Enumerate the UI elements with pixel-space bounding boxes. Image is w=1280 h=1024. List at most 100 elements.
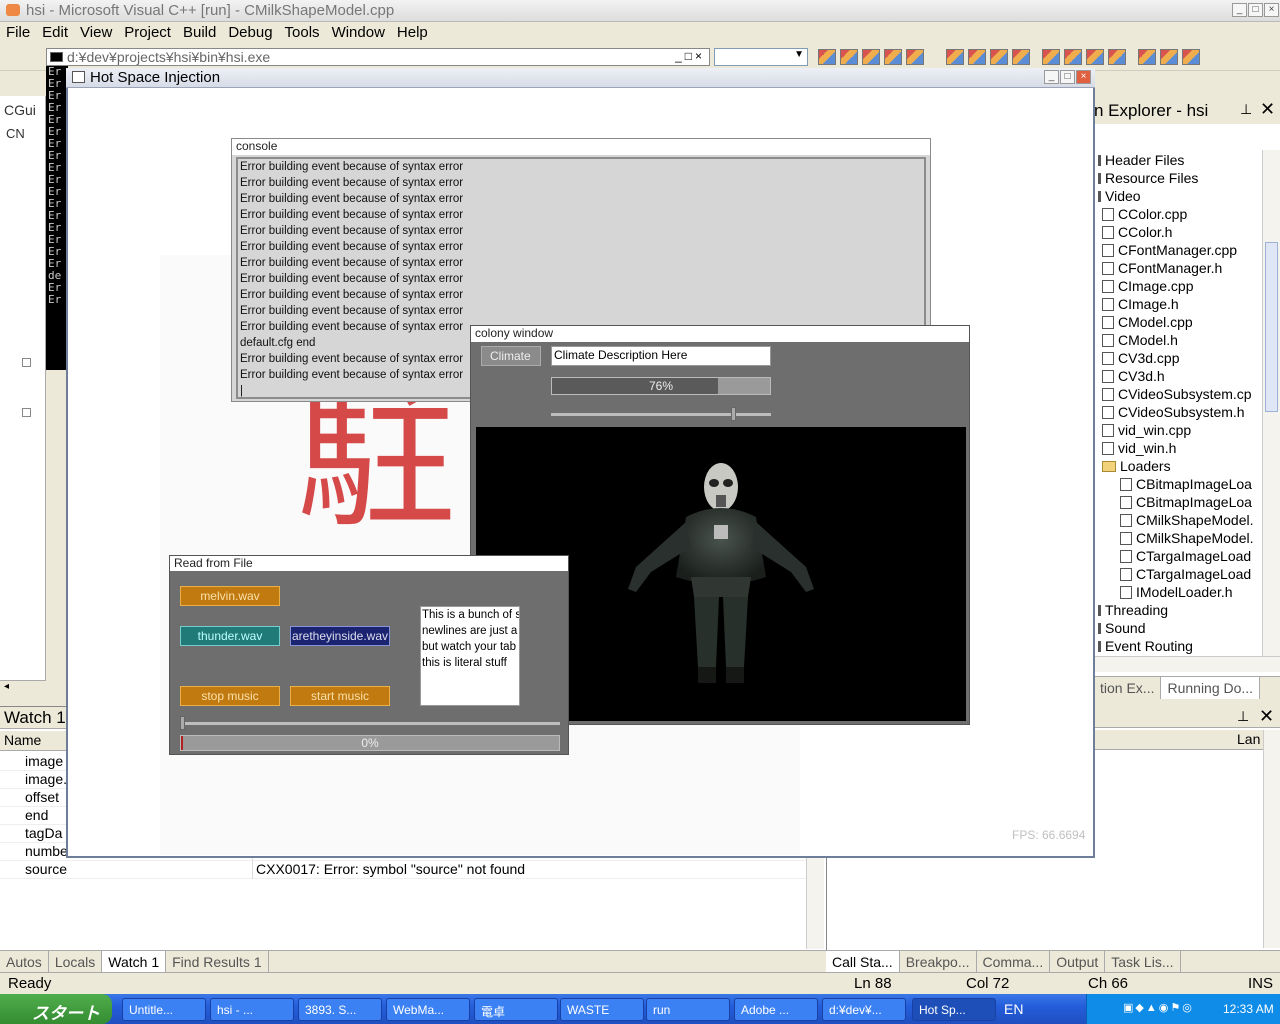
tree-item-folder[interactable]: Video: [1098, 188, 1141, 204]
music-position-slider[interactable]: [180, 716, 560, 730]
close-button[interactable]: ×: [1264, 3, 1279, 17]
build-icon[interactable]: [818, 49, 836, 65]
tree-expander[interactable]: [22, 408, 31, 417]
tree-item-file[interactable]: CImage.cpp: [1102, 278, 1193, 294]
tree-item-file[interactable]: CMilkShapeModel.: [1120, 512, 1254, 528]
tree-item-folder[interactable]: Header Files: [1098, 152, 1184, 168]
tree-item-file[interactable]: CModel.h: [1102, 332, 1178, 348]
tree-item-file[interactable]: CColor.h: [1102, 224, 1172, 240]
start-button[interactable]: スタート: [0, 994, 112, 1024]
col-language[interactable]: Lan: [1237, 731, 1260, 747]
start-music-button[interactable]: start music: [290, 686, 390, 706]
comment-icon[interactable]: [1085, 49, 1104, 65]
solution-scrollbar[interactable]: [1262, 150, 1280, 656]
tree-item-folder[interactable]: Sound: [1098, 620, 1145, 636]
language-indicator[interactable]: EN: [1004, 1001, 1023, 1017]
tree-item-file[interactable]: vid_win.cpp: [1102, 422, 1191, 438]
tree-item-file[interactable]: CBitmapImageLoa: [1120, 494, 1252, 510]
next-bookmark-icon[interactable]: [1159, 49, 1178, 65]
menu-view[interactable]: View: [74, 22, 118, 43]
tab-solution-explorer[interactable]: tion Ex...: [1094, 677, 1162, 699]
music-position-thumb[interactable]: [180, 716, 185, 730]
colony-slider[interactable]: [551, 407, 771, 421]
menu-tools[interactable]: Tools: [279, 22, 326, 43]
tree-item-file[interactable]: CFontManager.cpp: [1102, 242, 1237, 258]
climate-tab[interactable]: Climate: [481, 346, 541, 366]
callstack-scrollbar[interactable]: [1263, 730, 1280, 948]
taskbar-task[interactable]: Adobe ...: [734, 998, 818, 1021]
uncomment-icon[interactable]: [1107, 49, 1126, 65]
tree-item-file[interactable]: CV3d.h: [1102, 368, 1165, 384]
config-dropdown[interactable]: ▼: [714, 48, 808, 66]
tree-item-file[interactable]: CMilkShapeModel.: [1120, 530, 1254, 546]
window-icon[interactable]: [945, 49, 964, 65]
outdent-icon[interactable]: [1063, 49, 1082, 65]
pin-icon[interactable]: ⊥: [1240, 101, 1252, 118]
tree-item-file[interactable]: CColor.cpp: [1102, 206, 1187, 222]
tree-item-file[interactable]: CV3d.cpp: [1102, 350, 1179, 366]
tree-item-file[interactable]: CFontManager.h: [1102, 260, 1222, 276]
taskbar-task[interactable]: 電卓: [474, 998, 558, 1021]
tree-item-folder[interactable]: Resource Files: [1098, 170, 1198, 186]
tree-item-folder[interactable]: Loaders: [1102, 458, 1171, 474]
tree-item-file[interactable]: CBitmapImageLoa: [1120, 476, 1252, 492]
tree-expander[interactable]: [22, 358, 31, 367]
aretheyinside-wav-button[interactable]: aretheyinside.wav: [290, 626, 390, 646]
colony-slider-thumb[interactable]: [731, 407, 737, 421]
tree-item-file[interactable]: CModel.cpp: [1102, 314, 1193, 330]
app-close-button[interactable]: ×: [1076, 70, 1091, 84]
menu-edit[interactable]: Edit: [36, 22, 74, 43]
tray-icons[interactable]: ▣◆▲◉⚑◎: [1123, 1001, 1194, 1014]
solution-hscroll[interactable]: [1094, 656, 1280, 672]
layout-icon[interactable]: [989, 49, 1008, 65]
taskbar-task[interactable]: WebMa...: [386, 998, 470, 1021]
menu-build[interactable]: Build: [177, 22, 222, 43]
tab-autos[interactable]: Autos: [0, 951, 49, 973]
melvin-wav-button[interactable]: melvin.wav: [180, 586, 280, 606]
tab-running-documents[interactable]: Running Do...: [1161, 677, 1261, 699]
tree-item-file[interactable]: IModelLoader.h: [1120, 584, 1233, 600]
taskbar-task[interactable]: WASTE: [560, 998, 644, 1021]
tree-item-file[interactable]: CTargaImageLoad: [1120, 566, 1251, 582]
menu-file[interactable]: File: [0, 22, 36, 43]
class-view-tab[interactable]: CGui: [4, 102, 36, 118]
tab-locals[interactable]: Locals: [49, 951, 103, 973]
tile-icon[interactable]: [967, 49, 986, 65]
tab-breakpoints[interactable]: Breakpo...: [900, 951, 977, 973]
tree-item-folder[interactable]: Event Routing: [1098, 638, 1193, 654]
tools-icon[interactable]: [884, 49, 902, 65]
tree-item-file[interactable]: vid_win.h: [1102, 440, 1176, 456]
class-node[interactable]: CN: [6, 126, 25, 141]
tree-item-file[interactable]: CVideoSubsystem.h: [1102, 404, 1245, 420]
menu-window[interactable]: Window: [326, 22, 391, 43]
tab-find-results[interactable]: Find Results 1: [166, 951, 269, 973]
text-display-box[interactable]: This is a bunch of s newlines are just a…: [420, 606, 520, 706]
indent-icon[interactable]: [1041, 49, 1060, 65]
font-icon[interactable]: [1011, 49, 1030, 65]
tab-task-list[interactable]: Task Lis...: [1105, 951, 1181, 973]
console-window-controls[interactable]: _□×: [675, 49, 705, 63]
scroll-left-arrow[interactable]: ◂: [0, 680, 46, 694]
clear-bookmarks-icon[interactable]: [1181, 49, 1200, 65]
tree-item-file[interactable]: CVideoSubsystem.cp: [1102, 386, 1252, 402]
tree-item-folder[interactable]: Threading: [1098, 602, 1168, 618]
wand-icon[interactable]: [906, 49, 924, 65]
bookmark-icon[interactable]: [1137, 49, 1156, 65]
taskbar-task[interactable]: 3893. S...: [298, 998, 382, 1021]
tree-item-file[interactable]: CImage.h: [1102, 296, 1179, 312]
taskbar-task[interactable]: hsi - ...: [210, 998, 294, 1021]
taskbar-task[interactable]: Hot Sp...: [912, 998, 996, 1021]
pin-icon[interactable]: ⊥: [1237, 708, 1249, 725]
close-icon[interactable]: ✕: [1260, 99, 1275, 120]
menu-debug[interactable]: Debug: [222, 22, 278, 43]
maximize-button[interactable]: □: [1248, 3, 1263, 17]
taskbar-task[interactable]: run: [646, 998, 730, 1021]
taskbar-task[interactable]: d:¥dev¥...: [822, 998, 906, 1021]
menu-help[interactable]: Help: [391, 22, 434, 43]
stop-music-button[interactable]: stop music: [180, 686, 280, 706]
app-minimize-button[interactable]: _: [1044, 70, 1059, 84]
tree-item-file[interactable]: CTargaImageLoad: [1120, 548, 1251, 564]
app-maximize-button[interactable]: □: [1060, 70, 1075, 84]
tab-watch1[interactable]: Watch 1: [102, 951, 167, 973]
thunder-wav-button[interactable]: thunder.wav: [180, 626, 280, 646]
